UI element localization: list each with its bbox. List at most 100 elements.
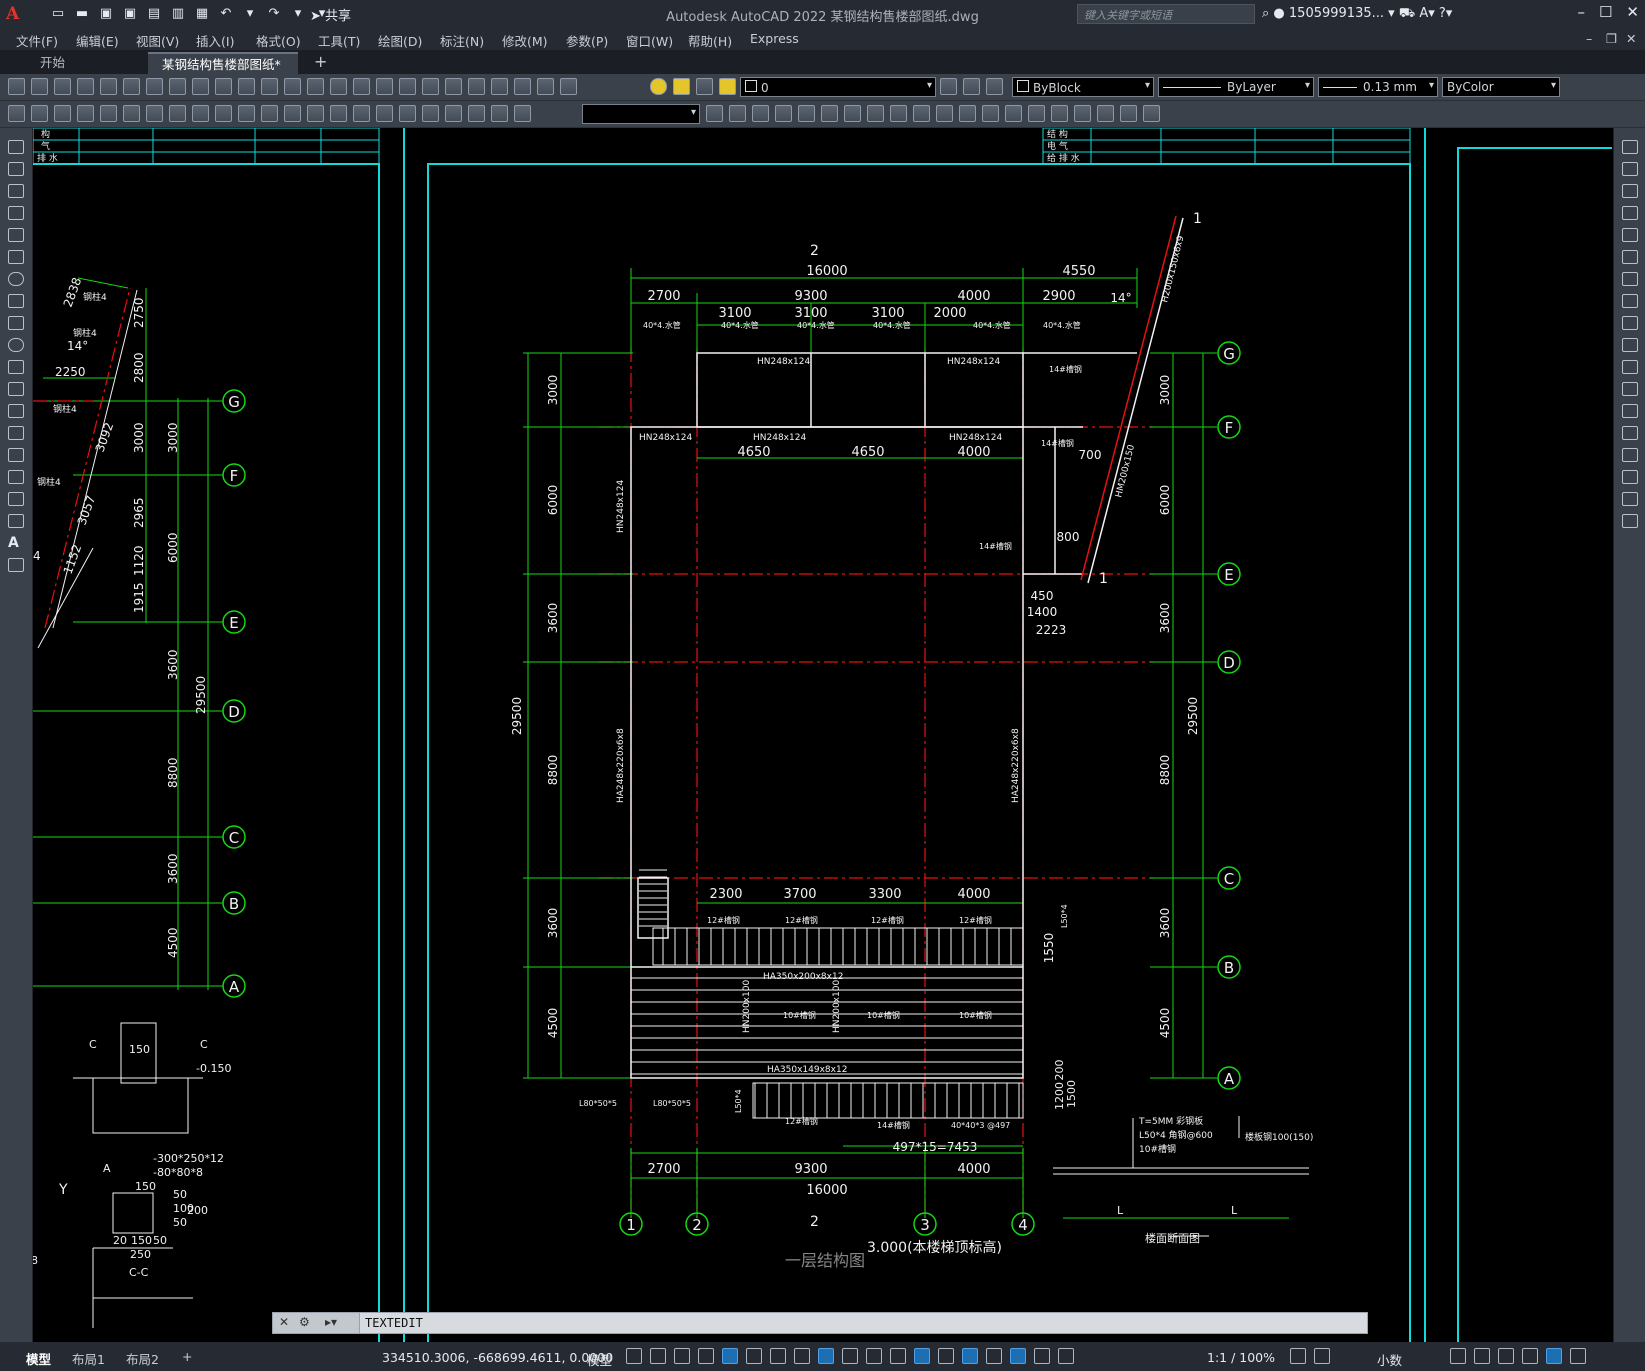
tool-palettes-icon[interactable] xyxy=(468,78,485,95)
doc-close-icon[interactable]: ✕ xyxy=(1626,31,1636,46)
region-icon[interactable] xyxy=(8,492,24,506)
scale-side-icon[interactable] xyxy=(1622,294,1638,308)
customization-icon[interactable] xyxy=(1570,1348,1586,1364)
spline-icon[interactable] xyxy=(8,316,24,330)
menu-draw[interactable]: 绘图(D) xyxy=(378,31,422,50)
quick-properties-icon[interactable] xyxy=(1450,1348,1466,1364)
copy-icon[interactable] xyxy=(192,78,209,95)
baseline-icon[interactable] xyxy=(284,105,301,122)
annotation-visibility-icon[interactable] xyxy=(1010,1348,1026,1364)
dynamic-ucs-icon[interactable] xyxy=(938,1348,954,1364)
annotation-scale-icon[interactable] xyxy=(1058,1348,1074,1364)
move-side-icon[interactable] xyxy=(1622,250,1638,264)
help-search-input[interactable]: 键入关键字或短语 xyxy=(1077,4,1255,24)
dimstyle-icon[interactable] xyxy=(706,105,723,122)
lineweight-dropdown[interactable]: 0.13 mm ▾ xyxy=(1318,77,1438,97)
hatch-icon[interactable] xyxy=(8,448,24,462)
break-icon[interactable] xyxy=(353,105,370,122)
tolerance-icon[interactable] xyxy=(376,105,393,122)
dim-update-icon[interactable] xyxy=(514,105,531,122)
publish-icon-tb[interactable] xyxy=(123,78,140,95)
erase-icon[interactable] xyxy=(729,105,746,122)
array-icon[interactable] xyxy=(821,105,838,122)
menu-dimension[interactable]: 标注(N) xyxy=(440,31,484,50)
block-editor-icon[interactable] xyxy=(261,78,278,95)
snap-icon[interactable] xyxy=(650,1348,666,1364)
angular-icon[interactable] xyxy=(238,105,255,122)
stretch-icon[interactable] xyxy=(913,105,930,122)
dimstyle-dropdown[interactable]: ▾ xyxy=(582,104,700,124)
layer-dropdown[interactable]: 0 ▾ xyxy=(740,77,936,97)
array-side-icon[interactable] xyxy=(1622,228,1638,242)
align-icon[interactable] xyxy=(1120,105,1137,122)
infer-icon[interactable] xyxy=(674,1348,690,1364)
arc-length-icon[interactable] xyxy=(123,105,140,122)
grid-icon[interactable] xyxy=(626,1348,642,1364)
new-tab-button[interactable]: + xyxy=(314,52,327,71)
dim-edit-icon[interactable] xyxy=(468,105,485,122)
table-icon[interactable] xyxy=(8,514,24,528)
chamfer-icon[interactable] xyxy=(1028,105,1045,122)
design-center-icon[interactable] xyxy=(445,78,462,95)
menu-insert[interactable]: 插入(I) xyxy=(196,31,234,50)
zoom-realtime-icon[interactable] xyxy=(353,78,370,95)
menu-help[interactable]: 帮助(H) xyxy=(688,31,732,50)
minimize-icon[interactable]: – xyxy=(1577,3,1585,21)
workspace-gear-icon[interactable] xyxy=(1290,1348,1306,1364)
match-prop-icon[interactable] xyxy=(238,78,255,95)
polygon-icon[interactable] xyxy=(8,206,24,220)
circle-icon[interactable] xyxy=(8,272,24,286)
dim-text-edit-icon[interactable] xyxy=(491,105,508,122)
markup-icon[interactable] xyxy=(514,78,531,95)
3d-print-icon[interactable] xyxy=(146,78,163,95)
break-at-icon[interactable] xyxy=(982,105,999,122)
point-icon[interactable] xyxy=(8,426,24,440)
add-layout-icon[interactable]: + xyxy=(182,1349,192,1364)
command-line[interactable]: ✕ ⚙ ▸▾ TEXTEDIT xyxy=(272,1312,1368,1334)
trim-icon[interactable] xyxy=(936,105,953,122)
close-icon[interactable]: ✕ xyxy=(1626,3,1639,21)
lengthen-icon[interactable] xyxy=(1097,105,1114,122)
revcloud-icon[interactable] xyxy=(8,294,24,308)
explode-icon[interactable] xyxy=(1074,105,1091,122)
bulb-icon[interactable] xyxy=(650,78,667,95)
gizmo-icon[interactable] xyxy=(986,1348,1002,1364)
preview-icon[interactable] xyxy=(100,78,117,95)
lock-icon[interactable] xyxy=(719,78,736,95)
plotstyle-dropdown[interactable]: ByColor ▾ xyxy=(1442,77,1560,97)
transparency-icon[interactable] xyxy=(866,1348,882,1364)
properties-icon[interactable] xyxy=(422,78,439,95)
color-dropdown[interactable]: ByBlock ▾ xyxy=(1012,77,1154,97)
ortho-icon[interactable] xyxy=(722,1348,738,1364)
break-point-icon[interactable] xyxy=(1622,382,1638,396)
rotate-side-icon[interactable] xyxy=(1622,272,1638,286)
cut-icon[interactable] xyxy=(169,78,186,95)
offset-icon[interactable] xyxy=(798,105,815,122)
hardware-accel-icon[interactable] xyxy=(1522,1348,1538,1364)
tool-b-icon[interactable] xyxy=(31,105,48,122)
object-track-icon[interactable] xyxy=(794,1348,810,1364)
help-icon-tb[interactable] xyxy=(560,78,577,95)
copy-obj-icon[interactable] xyxy=(752,105,769,122)
menu-parametric[interactable]: 参数(P) xyxy=(566,31,608,50)
extend-side-icon[interactable] xyxy=(1622,360,1638,374)
open-icon[interactable] xyxy=(31,78,48,95)
scale-icon[interactable] xyxy=(890,105,907,122)
tool-c-icon[interactable] xyxy=(54,105,71,122)
break-side-icon[interactable] xyxy=(1622,404,1638,418)
chamfer-side-icon[interactable] xyxy=(1622,448,1638,462)
menu-tools[interactable]: 工具(T) xyxy=(318,31,360,50)
trim-side-icon[interactable] xyxy=(1622,338,1638,352)
coordinate-readout[interactable]: 334510.3006, -668699.4611, 0.0000 xyxy=(382,1350,613,1365)
polar-icon[interactable] xyxy=(746,1348,762,1364)
selection-filter-icon[interactable] xyxy=(962,1348,978,1364)
zoom-window-icon[interactable] xyxy=(376,78,393,95)
menu-express[interactable]: Express xyxy=(750,31,799,46)
cart-icon[interactable]: ⛟ xyxy=(1399,6,1415,21)
menu-file[interactable]: 文件(F) xyxy=(16,31,58,50)
erase-side-icon[interactable] xyxy=(1622,140,1638,154)
blend-icon[interactable] xyxy=(1622,492,1638,506)
insert-block-icon[interactable] xyxy=(8,382,24,396)
search-icon[interactable]: ⌕ xyxy=(1262,6,1269,21)
dynamic-input-icon[interactable] xyxy=(698,1348,714,1364)
